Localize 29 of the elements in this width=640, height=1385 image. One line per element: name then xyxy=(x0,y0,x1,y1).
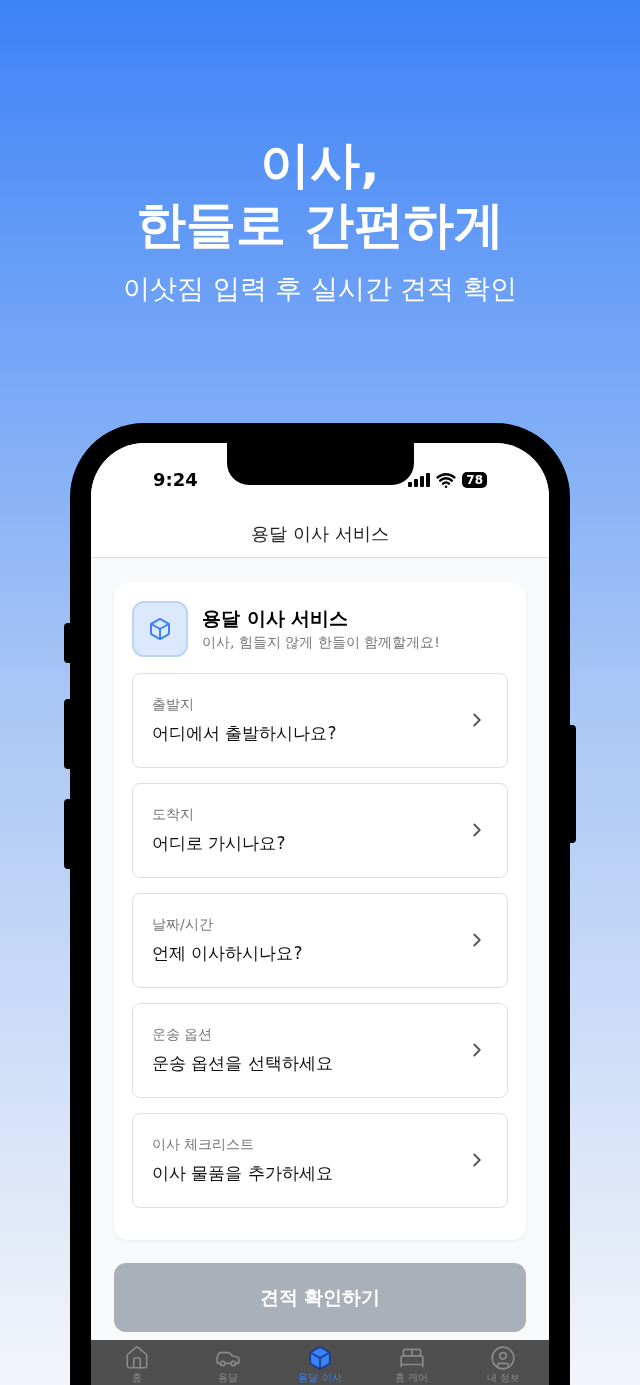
form-field[interactable]: 도착지 어디로 가시나요? xyxy=(132,782,508,878)
form-field[interactable]: 이사 체크리스트 이사 물품을 추가하세요 xyxy=(132,1112,508,1208)
signal-icon xyxy=(408,472,431,487)
box-icon xyxy=(307,1344,333,1371)
form-field[interactable]: 출발지 어디에서 출발하시나요? xyxy=(132,672,508,768)
field-value: 어디에서 출발하시나요? xyxy=(152,721,337,745)
field-value: 언제 이사하시나요? xyxy=(152,941,303,965)
battery-indicator: 78 xyxy=(462,471,487,488)
hero-subtitle: 이삿짐 입력 후 실시간 견적 확인 xyxy=(123,272,517,306)
field-value: 이사 물품을 추가하세요 xyxy=(152,1161,333,1185)
status-time: 9:24 xyxy=(153,468,198,492)
field-value: 어디로 가시나요? xyxy=(152,831,286,855)
home-icon xyxy=(123,1344,150,1371)
field-label: 출발지 xyxy=(152,694,195,714)
hero-title: 이사, xyxy=(260,135,380,195)
card-title: 용달 이사 서비스 xyxy=(202,605,350,631)
field-label: 날짜/시간 xyxy=(152,914,214,934)
tab-item[interactable]: 용달 이사 xyxy=(274,1339,366,1385)
field-label: 운송 옵션 xyxy=(152,1024,214,1044)
field-value: 운송 옵션을 선택하세요 xyxy=(152,1051,333,1075)
form-field[interactable]: 운송 옵션 운송 옵션을 선택하세요 xyxy=(132,1002,508,1098)
hero-title: 한들로 간편하게 xyxy=(136,195,504,255)
header-title: 용달 이사 서비스 xyxy=(251,522,389,546)
user-icon xyxy=(490,1344,517,1371)
field-label: 이사 체크리스트 xyxy=(152,1134,256,1154)
box-icon xyxy=(132,600,188,657)
field-label: 도착지 xyxy=(152,804,195,824)
card-subtitle: 이사, 힘들지 않게 한들이 함께할게요! xyxy=(202,633,440,653)
form-field[interactable]: 날짜/시간 언제 이사하시나요? xyxy=(132,892,508,988)
